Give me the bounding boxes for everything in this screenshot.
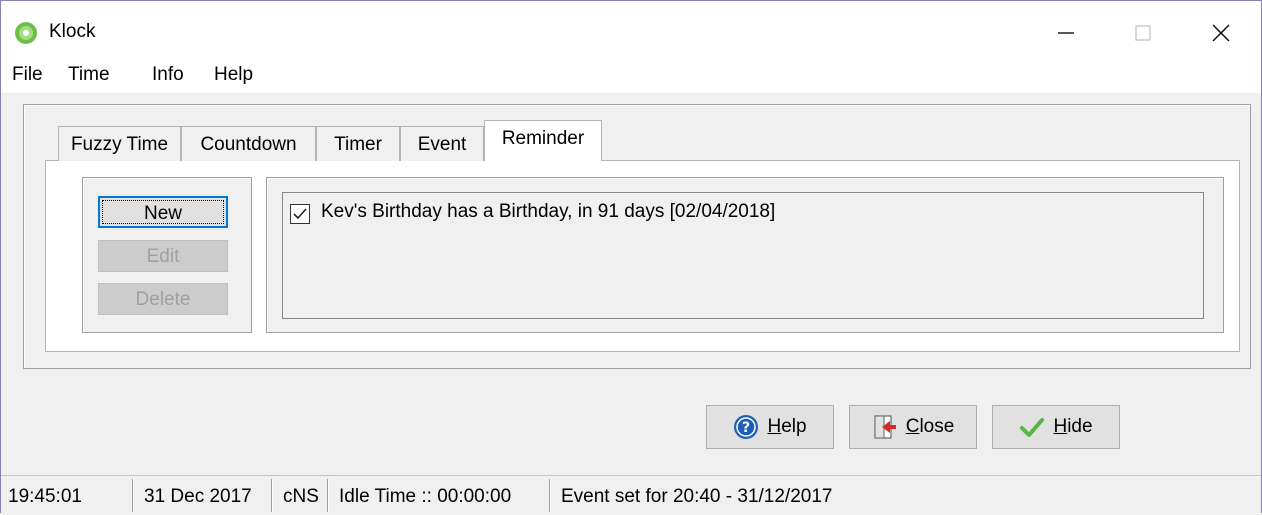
hide-label-rest: ide <box>1067 416 1093 437</box>
edit-reminder-button[interactable]: Edit <box>98 240 228 272</box>
menu-bar: File Time Info Help <box>1 55 1261 93</box>
close-button[interactable]: Close <box>849 405 977 449</box>
status-bar: 19:45:01 31 Dec 2017 cNS Idle Time :: 00… <box>1 475 1261 514</box>
tab-timer[interactable]: Timer <box>316 126 400 161</box>
status-separator <box>132 479 134 512</box>
focus-rectangle <box>102 200 224 224</box>
maximize-icon <box>1135 25 1151 41</box>
help-label-rest: elp <box>781 416 807 437</box>
status-time: 19:45:01 <box>8 486 82 507</box>
tab-reminder[interactable]: Reminder <box>484 120 602 161</box>
exit-door-icon <box>874 415 896 439</box>
status-separator <box>271 479 273 512</box>
minimize-icon <box>1058 32 1074 34</box>
delete-reminder-button[interactable]: Delete <box>98 283 228 315</box>
tab-event[interactable]: Event <box>400 126 484 161</box>
close-accel: C <box>905 416 920 437</box>
tab-fuzzy-time[interactable]: Fuzzy Time <box>58 126 181 161</box>
hide-button[interactable]: Hide <box>992 405 1120 449</box>
menu-file[interactable]: File <box>12 64 43 86</box>
status-separator <box>327 479 329 512</box>
svg-text:?: ? <box>742 420 750 436</box>
status-event: Event set for 20:40 - 31/12/2017 <box>561 486 833 507</box>
maximize-button[interactable] <box>1113 11 1173 55</box>
status-date: 31 Dec 2017 <box>144 486 252 507</box>
status-idle-time: Idle Time :: 00:00:00 <box>339 486 512 507</box>
klock-app-icon <box>14 21 38 45</box>
window-title: Klock <box>49 21 96 42</box>
reminder-item-checkbox[interactable] <box>290 204 310 224</box>
menu-help[interactable]: Help <box>214 64 253 86</box>
minimize-button[interactable] <box>1036 11 1096 55</box>
menu-info[interactable]: Info <box>152 64 184 86</box>
hide-accel: H <box>1053 416 1068 437</box>
tab-countdown[interactable]: Countdown <box>181 126 316 161</box>
help-button[interactable]: ? Help <box>706 405 834 449</box>
close-window-button[interactable] <box>1191 11 1251 55</box>
help-icon: ? <box>734 415 759 439</box>
close-label-rest: lose <box>919 416 955 437</box>
close-icon <box>1212 24 1230 42</box>
klock-window: Klock File Time Info Help Fuzzy Time Cou… <box>0 0 1262 514</box>
checkmark-icon <box>1020 418 1045 437</box>
new-reminder-button[interactable]: New <box>98 196 228 228</box>
help-accel: H <box>767 416 782 437</box>
check-icon <box>293 208 307 220</box>
reminder-item-label[interactable]: Kev's Birthday has a Birthday, in 91 day… <box>321 201 775 223</box>
status-mode: cNS <box>283 486 319 507</box>
status-separator <box>549 479 551 512</box>
menu-time[interactable]: Time <box>68 64 110 86</box>
title-bar[interactable]: Klock <box>1 1 1261 55</box>
